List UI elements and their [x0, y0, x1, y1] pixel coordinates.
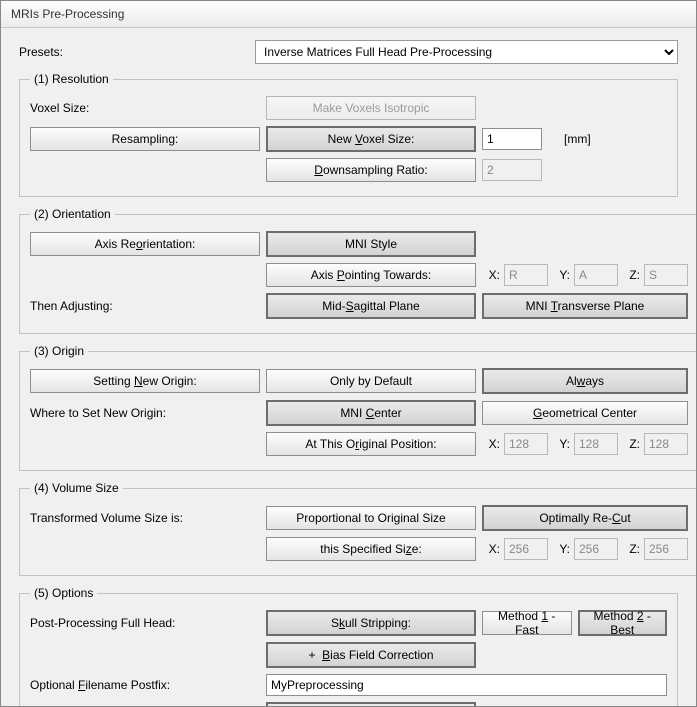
window-title: MRIs Pre-Processing: [1, 1, 696, 28]
mid-sagittal-button[interactable]: Mid-Sagittal Plane: [266, 293, 476, 319]
specified-size-button[interactable]: this Specified Size:: [266, 537, 476, 561]
presets-combo[interactable]: Inverse Matrices Full Head Pre-Processin…: [255, 40, 678, 64]
setting-new-origin-button[interactable]: Setting New Origin:: [30, 369, 260, 393]
group-orientation-legend: (2) Orientation: [30, 207, 115, 221]
group-options-legend: (5) Options: [30, 586, 97, 600]
origin-x-input: [504, 433, 548, 455]
geometrical-center-button[interactable]: Geometrical Center: [482, 401, 688, 425]
axis-pointing-towards-button[interactable]: Axis Pointing Towards:: [266, 263, 476, 287]
resampling-button[interactable]: Resampling:: [30, 127, 260, 151]
mni-style-button[interactable]: MNI Style: [266, 231, 476, 257]
post-processing-label: Post-Processing Full Head:: [30, 616, 260, 630]
size-z-input: [644, 538, 688, 560]
group-resolution-legend: (1) Resolution: [30, 72, 113, 86]
origin-y-input: [574, 433, 618, 455]
filename-postfix-input[interactable]: [266, 674, 667, 696]
at-original-position-button[interactable]: At This Original Position:: [266, 432, 476, 456]
dialog-content: Presets: Inverse Matrices Full Head Pre-…: [1, 28, 696, 706]
axis-z-label: Z:: [622, 268, 640, 282]
then-adjusting-label: Then Adjusting:: [30, 299, 260, 313]
method1-button[interactable]: Method 1 - Fast: [482, 611, 572, 635]
mni-transverse-button[interactable]: MNI Transverse Plane: [482, 293, 688, 319]
group-options: (5) Options Post-Processing Full Head: S…: [19, 586, 678, 706]
axis-z-input: [644, 264, 688, 286]
axis-reorientation-button[interactable]: Axis Reorientation:: [30, 232, 260, 256]
new-voxel-unit: [mm]: [564, 132, 591, 146]
where-set-origin-label: Where to Set New Origin:: [30, 406, 260, 420]
skull-stripping-button[interactable]: Skull Stripping:: [266, 610, 476, 636]
group-volume-size: (4) Volume Size Transformed Volume Size …: [19, 481, 696, 576]
origin-z-input: [644, 433, 688, 455]
presets-row: Presets: Inverse Matrices Full Head Pre-…: [19, 40, 678, 64]
only-by-default-button[interactable]: Only by Default: [266, 369, 476, 393]
transformed-volume-label: Transformed Volume Size is:: [30, 511, 260, 525]
axis-y-input: [574, 264, 618, 286]
voxel-size-label: Voxel Size:: [30, 101, 260, 115]
filename-postfix-label: Optional Filename Postfix:: [30, 678, 260, 692]
axis-x-input: [504, 264, 548, 286]
bias-field-correction-button[interactable]: + Bias Field Correction: [266, 642, 476, 668]
new-voxel-size-input[interactable]: [482, 128, 542, 150]
size-y-input: [574, 538, 618, 560]
opening-results-button[interactable]: Opening Results: [266, 702, 476, 706]
presets-label: Presets:: [19, 45, 249, 59]
always-button[interactable]: Always: [482, 368, 688, 394]
proportional-button[interactable]: Proportional to Original Size: [266, 506, 476, 530]
group-resolution: (1) Resolution Voxel Size: Make Voxels I…: [19, 72, 678, 197]
axis-x-label: X:: [482, 268, 500, 282]
group-orientation: (2) Orientation Axis Reorientation: MNI …: [19, 207, 696, 334]
method2-button[interactable]: Method 2 - Best: [578, 610, 668, 636]
axis-y-label: Y:: [552, 268, 570, 282]
make-voxels-isotropic-button: Make Voxels Isotropic: [266, 96, 476, 120]
downsampling-ratio-button[interactable]: Downsampling Ratio:: [266, 158, 476, 182]
downsampling-ratio-input: [482, 159, 542, 181]
group-origin-legend: (3) Origin: [30, 344, 88, 358]
new-voxel-size-button[interactable]: New Voxel Size:: [266, 126, 476, 152]
mni-center-button[interactable]: MNI Center: [266, 400, 476, 426]
size-x-input: [504, 538, 548, 560]
group-origin: (3) Origin Setting New Origin: Only by D…: [19, 344, 696, 471]
optimally-recut-button[interactable]: Optimally Re-Cut: [482, 505, 688, 531]
group-volume-size-legend: (4) Volume Size: [30, 481, 123, 495]
dialog-window: MRIs Pre-Processing Presets: Inverse Mat…: [0, 0, 697, 707]
